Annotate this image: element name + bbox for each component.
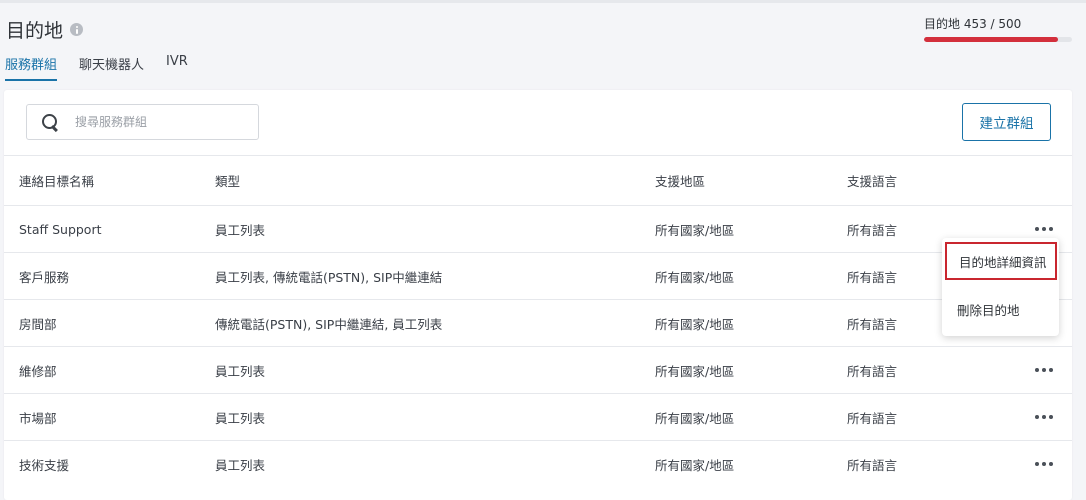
- quota-text: 目的地 453 / 500: [924, 17, 1022, 31]
- destination-quota: 目的地 453 / 500: [924, 15, 1072, 42]
- row-name: 房間部: [19, 316, 57, 332]
- row-name: 客戶服務: [19, 269, 70, 285]
- page-header: 目的地 目的地 453 / 500 服務群組 聊天機器人 IVR: [0, 0, 1086, 90]
- row-region: 所有國家/地區: [655, 363, 735, 379]
- row-region: 所有國家/地區: [655, 410, 735, 426]
- row-type: 員工列表: [215, 222, 266, 238]
- menu-item-delete-destination[interactable]: 刪除目的地: [942, 300, 1059, 319]
- row-region: 所有國家/地區: [655, 269, 735, 285]
- page-title: 目的地: [6, 16, 84, 43]
- row-context-menu: 目的地詳細資訊 刪除目的地: [942, 238, 1059, 336]
- info-icon[interactable]: [70, 23, 84, 36]
- table-row[interactable]: 維修部 員工列表 所有國家/地區 所有語言: [4, 346, 1072, 393]
- row-name: 技術支援: [19, 457, 70, 473]
- row-language: 所有語言: [847, 316, 898, 332]
- row-language: 所有語言: [847, 222, 898, 238]
- tab-chatbots[interactable]: 聊天機器人: [79, 54, 144, 81]
- search-icon: [41, 113, 59, 131]
- table-row[interactable]: Staff Support 員工列表 所有國家/地區 所有語言: [4, 205, 1072, 252]
- search-box[interactable]: [26, 104, 259, 140]
- table-row[interactable]: 市場部 員工列表 所有國家/地區 所有語言: [4, 393, 1072, 440]
- row-region: 所有國家/地區: [655, 316, 735, 332]
- destinations-table: 連絡目標名稱 類型 支援地區 支援語言 Staff Support 員工列表 所…: [4, 155, 1072, 487]
- quota-progress-bar: [924, 37, 1072, 42]
- row-language: 所有語言: [847, 363, 898, 379]
- quota-progress-fill: [924, 37, 1059, 42]
- row-name: Staff Support: [19, 221, 102, 237]
- row-language: 所有語言: [847, 269, 898, 285]
- tab-ivr[interactable]: IVR: [166, 54, 188, 81]
- row-type: 員工列表: [215, 457, 266, 473]
- page-title-text: 目的地: [6, 20, 64, 42]
- table-header-row: 連絡目標名稱 類型 支援地區 支援語言: [4, 155, 1072, 205]
- row-region: 所有國家/地區: [655, 457, 735, 473]
- table-row[interactable]: 技術支援 員工列表 所有國家/地區 所有語言: [4, 440, 1072, 487]
- row-type: 員工列表: [215, 410, 266, 426]
- tab-service-groups[interactable]: 服務群組: [5, 54, 58, 81]
- tab-bar: 服務群組 聊天機器人 IVR: [5, 54, 210, 81]
- more-options-icon[interactable]: [1035, 459, 1053, 469]
- row-type: 傳統電話(PSTN), SIP中繼連結, 員工列表: [215, 316, 443, 332]
- create-group-button[interactable]: 建立群組: [962, 103, 1051, 141]
- table-row[interactable]: 客戶服務 員工列表, 傳統電話(PSTN), SIP中繼連結 所有國家/地區 所…: [4, 252, 1072, 299]
- service-groups-card: 建立群組 連絡目標名稱 類型 支援地區 支援語言 Staff Support 員…: [4, 90, 1072, 500]
- column-header-language[interactable]: 支援語言: [847, 171, 897, 190]
- row-region: 所有國家/地區: [655, 222, 735, 238]
- row-language: 所有語言: [847, 410, 898, 426]
- row-name: 維修部: [19, 363, 57, 379]
- more-options-icon[interactable]: [1035, 365, 1053, 375]
- more-options-icon[interactable]: [1035, 412, 1053, 422]
- row-type: 員工列表: [215, 363, 266, 379]
- column-header-name[interactable]: 連絡目標名稱: [19, 171, 94, 190]
- column-header-type[interactable]: 類型: [215, 171, 240, 190]
- more-options-icon[interactable]: [1035, 224, 1053, 234]
- menu-item-destination-details[interactable]: 目的地詳細資訊: [945, 242, 1057, 280]
- table-row[interactable]: 房間部 傳統電話(PSTN), SIP中繼連結, 員工列表 所有國家/地區 所有…: [4, 299, 1072, 346]
- row-type: 員工列表, 傳統電話(PSTN), SIP中繼連結: [215, 269, 443, 285]
- column-header-region[interactable]: 支援地區: [655, 171, 705, 190]
- row-name: 市場部: [19, 410, 57, 426]
- search-input[interactable]: [75, 115, 235, 129]
- row-language: 所有語言: [847, 457, 898, 473]
